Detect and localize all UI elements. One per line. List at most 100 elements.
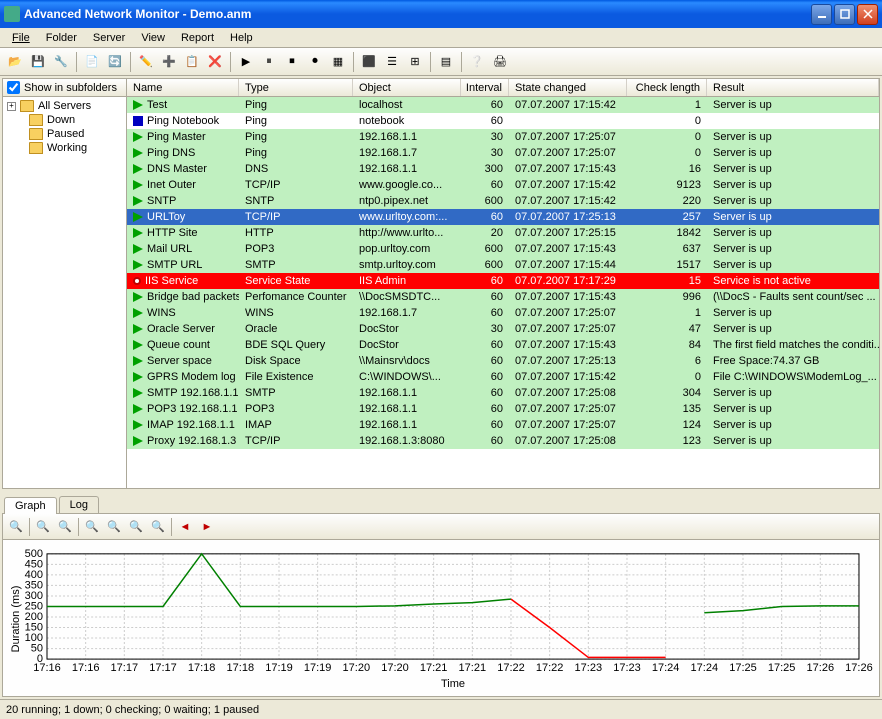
new-file-icon[interactable]: 📄 <box>81 51 103 73</box>
zoom-x-in-icon[interactable]: 🔍 <box>105 518 123 536</box>
table-row[interactable]: Ping NotebookPingnotebook600 <box>127 113 879 129</box>
show-subfolders-checkbox[interactable] <box>7 81 20 94</box>
col-result[interactable]: Result <box>707 79 879 96</box>
svg-text:Duration (ms): Duration (ms) <box>10 586 22 653</box>
bottom-panel: Graph Log 🔍 🔍 🔍 🔍 🔍 🔍 🔍 ◄ ► 17:1617:1617… <box>2 493 880 697</box>
print-icon[interactable]: 🖨 <box>489 51 511 73</box>
col-interval[interactable]: Interval <box>461 79 509 96</box>
tree-down[interactable]: Down <box>5 113 124 127</box>
table-row[interactable]: SNTPSNTPntp0.pipex.net60007.07.2007 17:1… <box>127 193 879 209</box>
table-row[interactable]: IIS ServiceService StateIIS Admin6007.07… <box>127 273 879 289</box>
table-row[interactable]: Bridge bad packetsPerfomance Counter\\Do… <box>127 289 879 305</box>
svg-text:500: 500 <box>25 548 43 560</box>
table-row[interactable]: Queue countBDE SQL QueryDocStor6007.07.2… <box>127 337 879 353</box>
view-large-icon[interactable]: ⬛ <box>358 51 380 73</box>
help-icon[interactable]: ❔ <box>466 51 488 73</box>
expand-icon[interactable]: + <box>7 102 16 111</box>
table-row[interactable]: Oracle ServerOracleDocStor3007.07.2007 1… <box>127 321 879 337</box>
edit-icon[interactable]: ✏️ <box>135 51 157 73</box>
copy-icon[interactable]: 📋 <box>181 51 203 73</box>
svg-text:17:19: 17:19 <box>304 662 332 674</box>
svg-text:100: 100 <box>25 632 43 644</box>
up-status-icon <box>133 356 143 366</box>
svg-text:17:19: 17:19 <box>265 662 293 674</box>
table-row[interactable]: Proxy 192.168.1.3TCP/IP192.168.1.3:80806… <box>127 433 879 449</box>
table-row[interactable]: Inet OuterTCP/IPwww.google.co...6007.07.… <box>127 177 879 193</box>
view-detail-icon[interactable]: ▤ <box>435 51 457 73</box>
up-status-icon <box>133 372 143 382</box>
table-row[interactable]: IMAP 192.168.1.1IMAP192.168.1.16007.07.2… <box>127 417 879 433</box>
svg-text:17:24: 17:24 <box>652 662 680 674</box>
table-row[interactable]: WINSWINS192.168.1.76007.07.2007 17:25:07… <box>127 305 879 321</box>
options-icon[interactable]: 🔧 <box>50 51 72 73</box>
grid-icon[interactable]: ▦ <box>327 51 349 73</box>
zoom-out-icon[interactable]: 🔍 <box>34 518 52 536</box>
tab-row: Graph Log <box>2 493 880 513</box>
open-icon[interactable]: 📂 <box>4 51 26 73</box>
col-name[interactable]: Name <box>127 79 239 96</box>
svg-text:250: 250 <box>25 600 43 612</box>
menu-file[interactable]: File <box>4 30 38 46</box>
scroll-right-icon[interactable]: ► <box>198 518 216 536</box>
table-row[interactable]: URLToyTCP/IPwww.urltoy.com:...6007.07.20… <box>127 209 879 225</box>
scroll-left-icon[interactable]: ◄ <box>176 518 194 536</box>
svg-text:17:25: 17:25 <box>729 662 757 674</box>
menu-help[interactable]: Help <box>222 30 261 46</box>
up-status-icon <box>133 164 143 174</box>
line-chart: 17:1617:1617:1717:1717:1817:1817:1917:19… <box>47 546 869 692</box>
zoom-in-icon[interactable]: 🔍 <box>56 518 74 536</box>
svg-text:17:18: 17:18 <box>227 662 255 674</box>
add-icon[interactable]: ➕ <box>158 51 180 73</box>
delete-icon[interactable]: ❌ <box>204 51 226 73</box>
tree-paused[interactable]: Paused <box>5 127 124 141</box>
svg-text:17:18: 17:18 <box>188 662 216 674</box>
zoom-x-out-icon[interactable]: 🔍 <box>83 518 101 536</box>
up-status-icon <box>133 132 143 142</box>
maximize-button[interactable] <box>834 4 855 25</box>
menu-folder[interactable]: Folder <box>38 30 85 46</box>
table-row[interactable]: DNS MasterDNS192.168.1.130007.07.2007 17… <box>127 161 879 177</box>
tree-root-label: All Servers <box>38 100 91 112</box>
col-object[interactable]: Object <box>353 79 461 96</box>
stop-icon[interactable]: ⏹ <box>281 51 303 73</box>
table-row[interactable]: SMTP URLSMTPsmtp.urltoy.com60007.07.2007… <box>127 257 879 273</box>
minimize-button[interactable] <box>811 4 832 25</box>
menu-report[interactable]: Report <box>173 30 222 46</box>
table-row[interactable]: POP3 192.168.1.1POP3192.168.1.16007.07.2… <box>127 401 879 417</box>
play-icon[interactable]: ▶ <box>235 51 257 73</box>
zoom-y-out-icon[interactable]: 🔍 <box>127 518 145 536</box>
tree-root[interactable]: + All Servers <box>5 99 124 113</box>
col-state[interactable]: State changed <box>509 79 627 96</box>
table-row[interactable]: GPRS Modem logFile ExistenceC:\WINDOWS\.… <box>127 369 879 385</box>
close-button[interactable] <box>857 4 878 25</box>
up-status-icon <box>133 100 143 110</box>
zoom-icon[interactable]: 🔍 <box>7 518 25 536</box>
zoom-y-in-icon[interactable]: 🔍 <box>149 518 167 536</box>
table-row[interactable]: SMTP 192.168.1.1SMTP192.168.1.16007.07.2… <box>127 385 879 401</box>
table-row[interactable]: HTTP SiteHTTPhttp://www.urlto...2007.07.… <box>127 225 879 241</box>
table-row[interactable]: TestPinglocalhost6007.07.2007 17:15:421S… <box>127 97 879 113</box>
sidebar: Show in subfolders + All Servers Down Pa… <box>3 79 127 488</box>
view-tree-icon[interactable]: ⊞ <box>404 51 426 73</box>
folder-icon <box>29 142 43 154</box>
table-row[interactable]: Mail URLPOP3pop.urltoy.com60007.07.2007 … <box>127 241 879 257</box>
table-row[interactable]: Server spaceDisk Space\\Mainsrv\docs6007… <box>127 353 879 369</box>
app-icon <box>4 6 20 22</box>
menu-server[interactable]: Server <box>85 30 133 46</box>
refresh-icon[interactable]: 🔄 <box>104 51 126 73</box>
col-check[interactable]: Check length <box>627 79 707 96</box>
tab-log[interactable]: Log <box>59 496 99 513</box>
svg-text:150: 150 <box>25 622 43 634</box>
view-list-icon[interactable]: ☰ <box>381 51 403 73</box>
table-row[interactable]: Ping DNSPing192.168.1.73007.07.2007 17:2… <box>127 145 879 161</box>
col-type[interactable]: Type <box>239 79 353 96</box>
tree-working[interactable]: Working <box>5 141 124 155</box>
record-icon[interactable]: ⏺ <box>304 51 326 73</box>
svg-text:17:22: 17:22 <box>497 662 525 674</box>
svg-text:17:25: 17:25 <box>768 662 796 674</box>
table-row[interactable]: Ping MasterPing192.168.1.13007.07.2007 1… <box>127 129 879 145</box>
tab-graph[interactable]: Graph <box>4 497 57 514</box>
save-icon[interactable]: 💾 <box>27 51 49 73</box>
menu-view[interactable]: View <box>133 30 173 46</box>
pause-icon[interactable]: ⏸ <box>258 51 280 73</box>
